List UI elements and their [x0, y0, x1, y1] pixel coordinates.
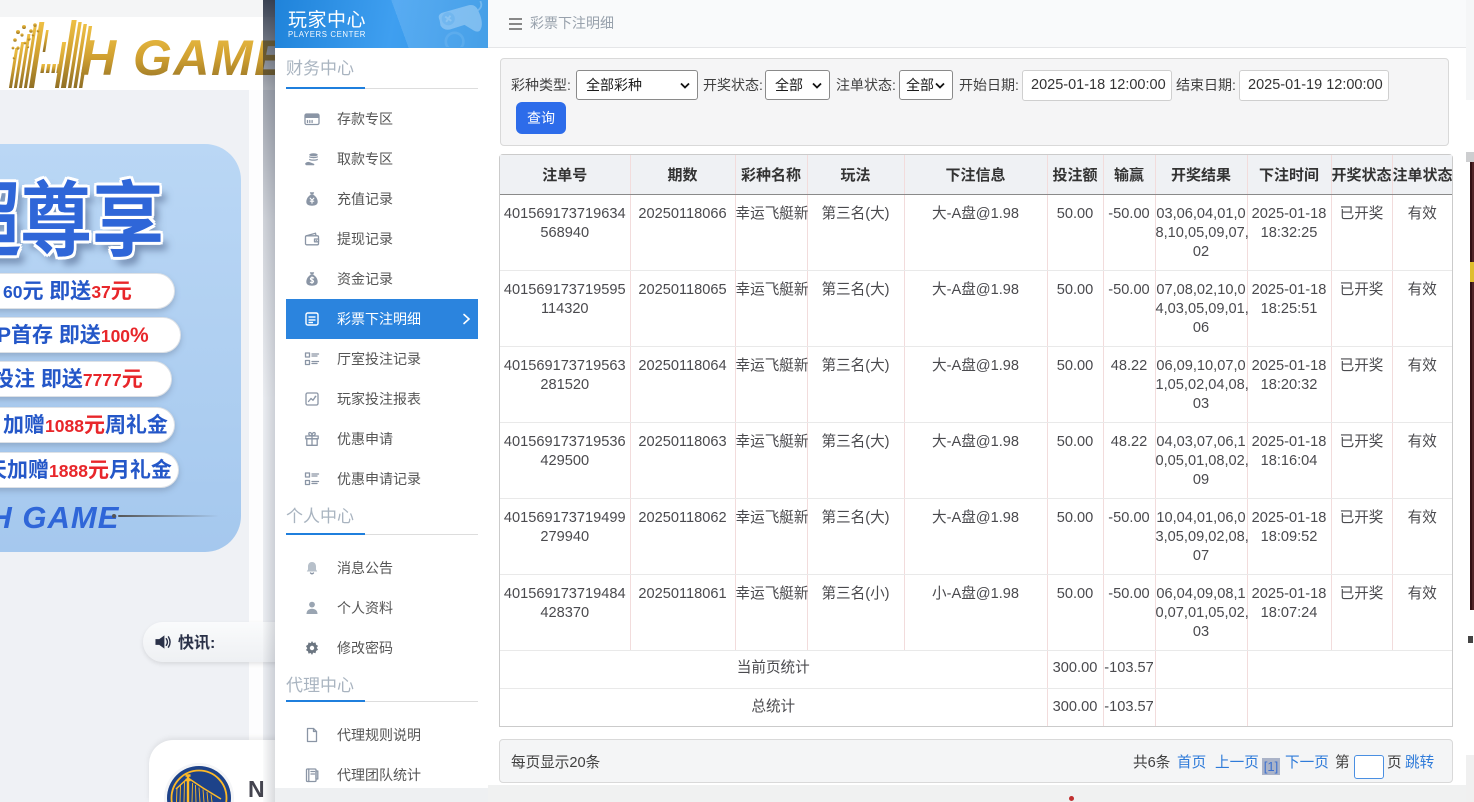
- svg-text:H GAME: H GAME: [80, 30, 286, 86]
